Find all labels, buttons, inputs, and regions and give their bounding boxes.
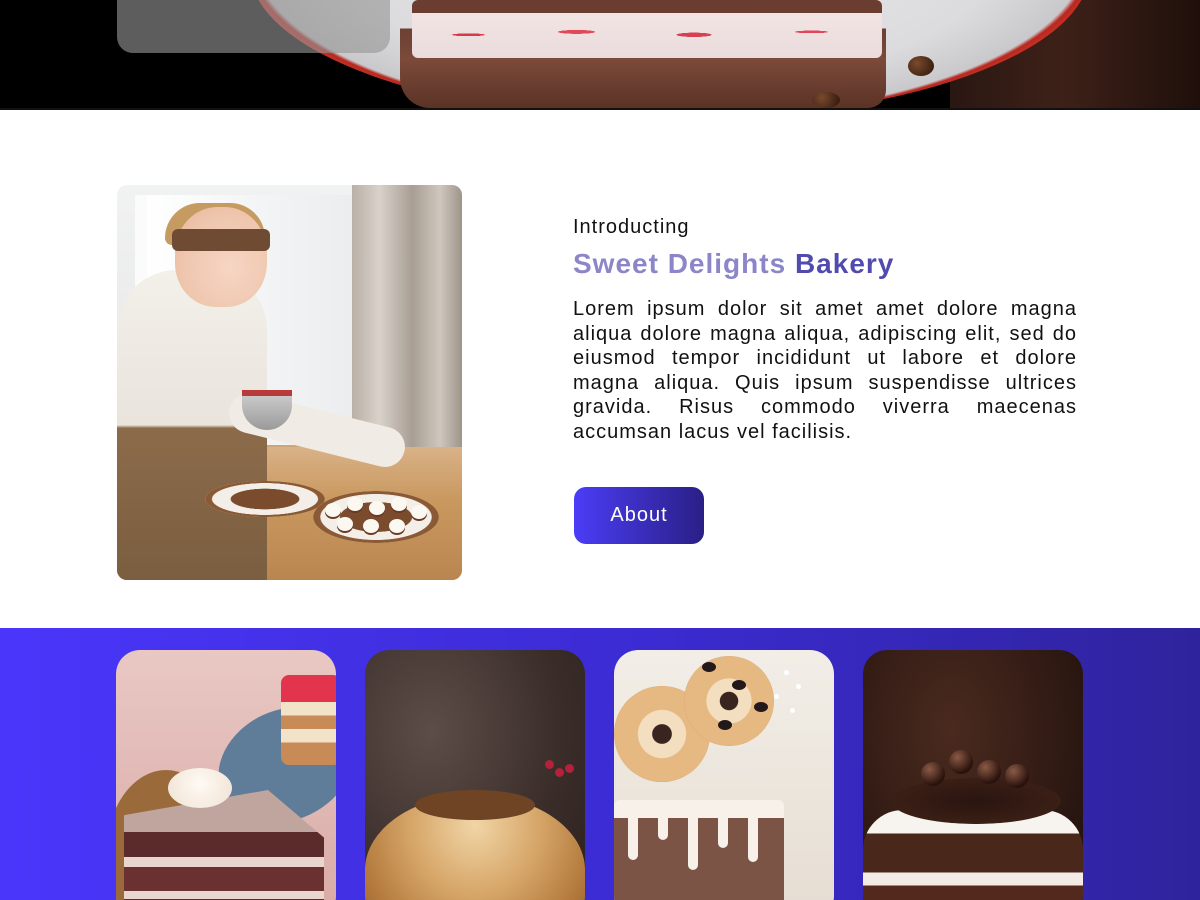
chocolate-ball	[977, 760, 1001, 784]
chocolate-ball	[1005, 764, 1029, 788]
chocolate-topping	[891, 778, 1061, 824]
baker-photo	[117, 185, 462, 580]
intro-title-part2: Bakery	[794, 248, 895, 279]
cream-topping	[168, 768, 232, 808]
berry-decoration	[565, 764, 574, 773]
icing-drip	[658, 800, 668, 840]
intro-title-part1: Sweet Delights	[573, 248, 787, 279]
cream-puff	[391, 497, 407, 511]
cream-puff	[337, 517, 353, 531]
baker-headband	[172, 229, 270, 251]
product-card-bundt-cake[interactable]	[365, 650, 585, 900]
drip-cake	[614, 800, 784, 900]
icing-drip	[748, 800, 758, 862]
cookie-crumb	[732, 680, 746, 690]
berry-decoration	[545, 760, 554, 769]
babys-breath-flower	[784, 670, 789, 675]
cream-puff	[347, 497, 363, 511]
hero-overlay-card	[117, 0, 390, 53]
bundt-center	[415, 790, 535, 820]
product-card-layered-cake[interactable]	[116, 650, 336, 900]
cookie-crumb	[702, 662, 716, 672]
pastry-plate	[205, 481, 325, 517]
intro-kicker: Introducting	[573, 216, 690, 238]
chocolate-ball	[949, 750, 973, 774]
intro-description: Lorem ipsum dolor sit amet amet dolore m…	[573, 298, 1077, 443]
babys-breath-flower	[774, 694, 779, 699]
icing-drip	[688, 800, 698, 870]
cream-puff	[325, 503, 341, 517]
icing-drip	[628, 800, 638, 860]
chocolate-ball	[921, 762, 945, 786]
cream-puff	[369, 501, 385, 515]
donut	[684, 656, 774, 746]
babys-breath-flower	[796, 684, 801, 689]
product-card-black-forest[interactable]	[863, 650, 1083, 900]
baker-head	[175, 207, 267, 307]
cream-puff	[363, 519, 379, 533]
strawberry-cake-piece	[281, 675, 336, 765]
cookie-crumb	[718, 720, 732, 730]
cookie-crumb	[754, 702, 768, 712]
hero-banner	[0, 0, 1200, 110]
coffee-bean-icon	[908, 56, 934, 76]
about-button[interactable]: About	[574, 487, 704, 544]
coffee-bean-icon	[812, 92, 840, 108]
intro-title: Sweet Delights Bakery	[573, 248, 894, 280]
icing-drip	[718, 800, 728, 848]
cream-puff	[411, 505, 427, 519]
hero-strawberry-cream-layer	[412, 0, 882, 58]
babys-breath-flower	[790, 708, 795, 713]
berry-decoration	[555, 768, 564, 777]
products-band	[0, 628, 1200, 900]
cream-puff	[389, 519, 405, 533]
photo-curtain	[352, 185, 462, 455]
product-card-donut-cake[interactable]	[614, 650, 834, 900]
